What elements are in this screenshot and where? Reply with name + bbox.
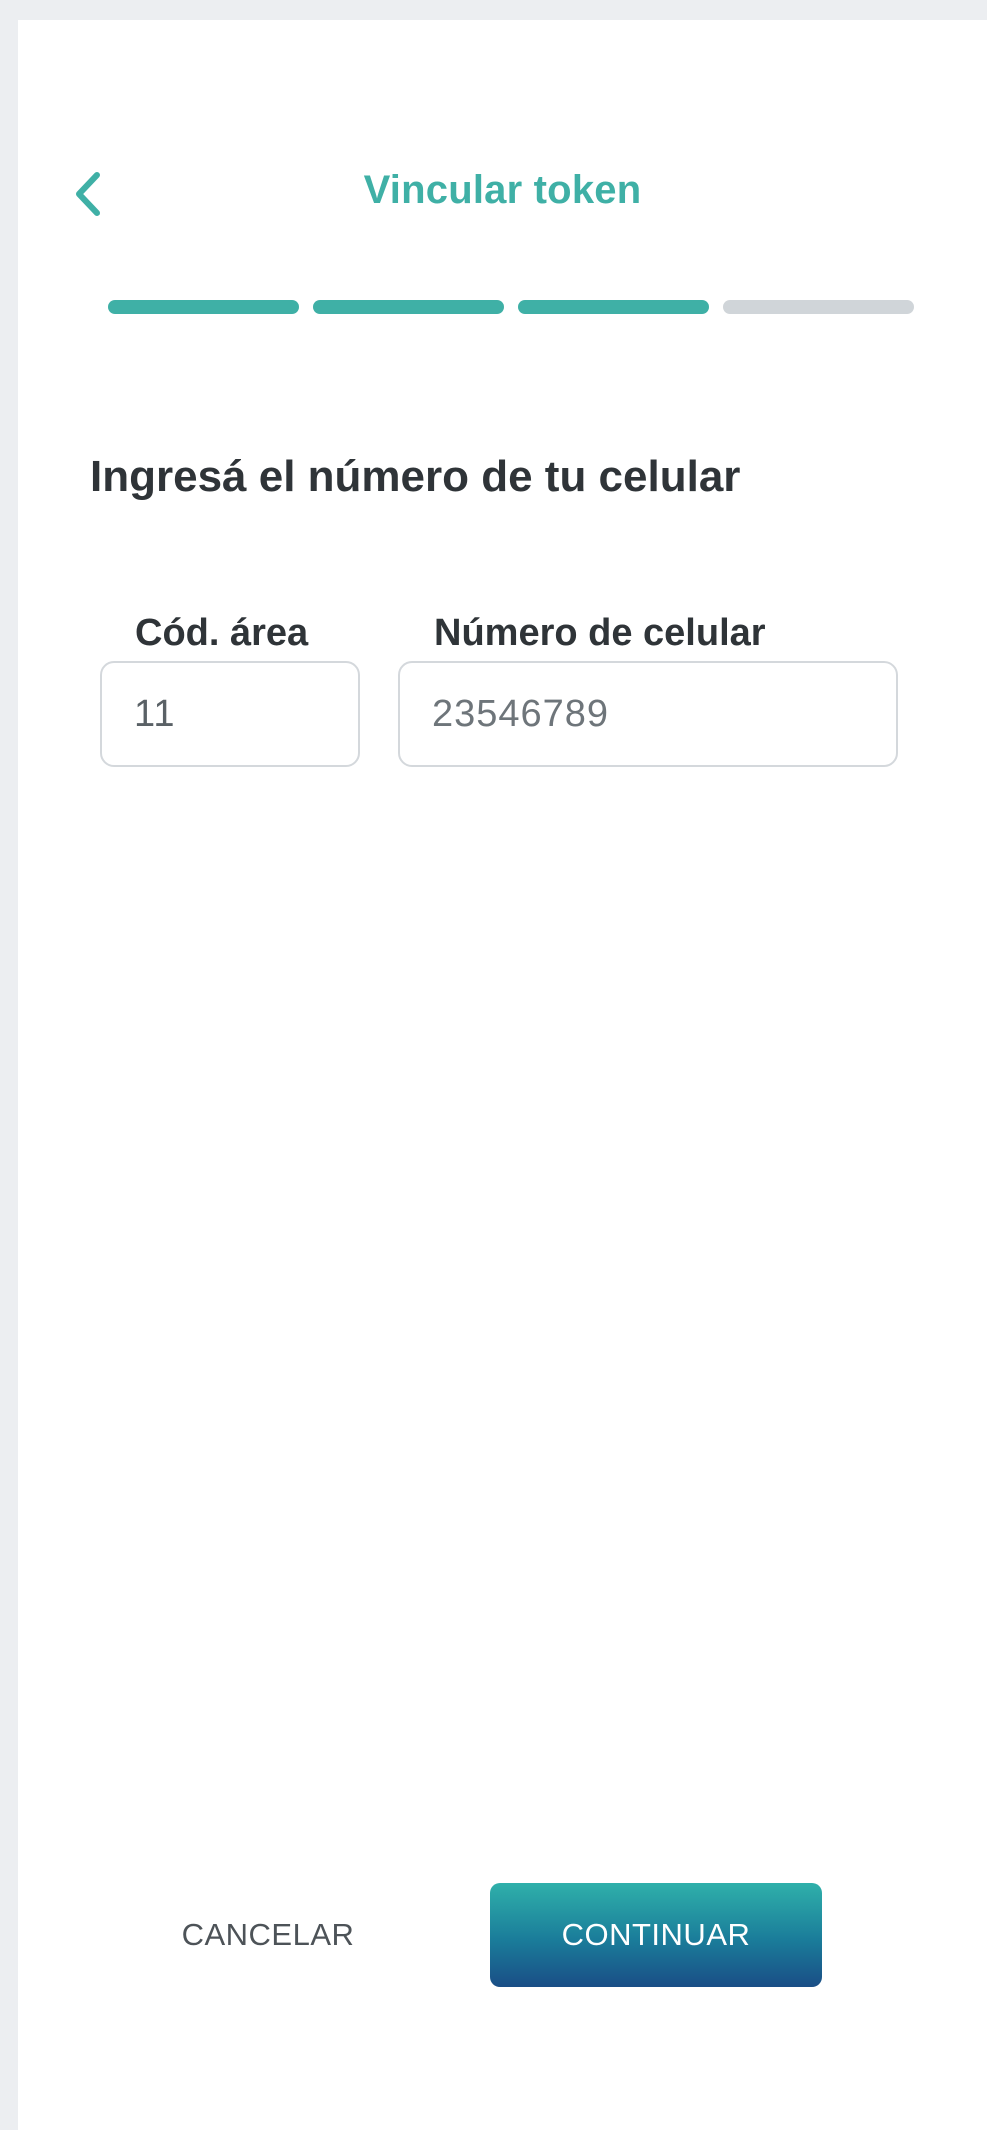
area-code-field-box: [100, 661, 360, 767]
page-title: Vincular token: [363, 168, 642, 212]
continue-button[interactable]: CONTINUAR: [490, 1883, 822, 1987]
area-code-input[interactable]: [102, 663, 358, 765]
step-indicator-1: [108, 300, 299, 314]
header: Vincular token: [18, 150, 987, 246]
progress-stepper: [108, 300, 914, 314]
phone-number-input[interactable]: [400, 663, 896, 765]
cancel-button[interactable]: CANCELAR: [148, 1883, 388, 1987]
step-indicator-2: [313, 300, 504, 314]
app-screen: Vincular token Ingresá el número de tu c…: [18, 20, 987, 2130]
phone-number-field-box: [398, 661, 898, 767]
area-code-label: Cód. área: [135, 612, 309, 654]
form-heading: Ingresá el número de tu celular: [90, 452, 741, 501]
phone-number-label: Número de celular: [434, 612, 766, 654]
step-indicator-3: [518, 300, 709, 314]
step-indicator-4: [723, 300, 914, 314]
